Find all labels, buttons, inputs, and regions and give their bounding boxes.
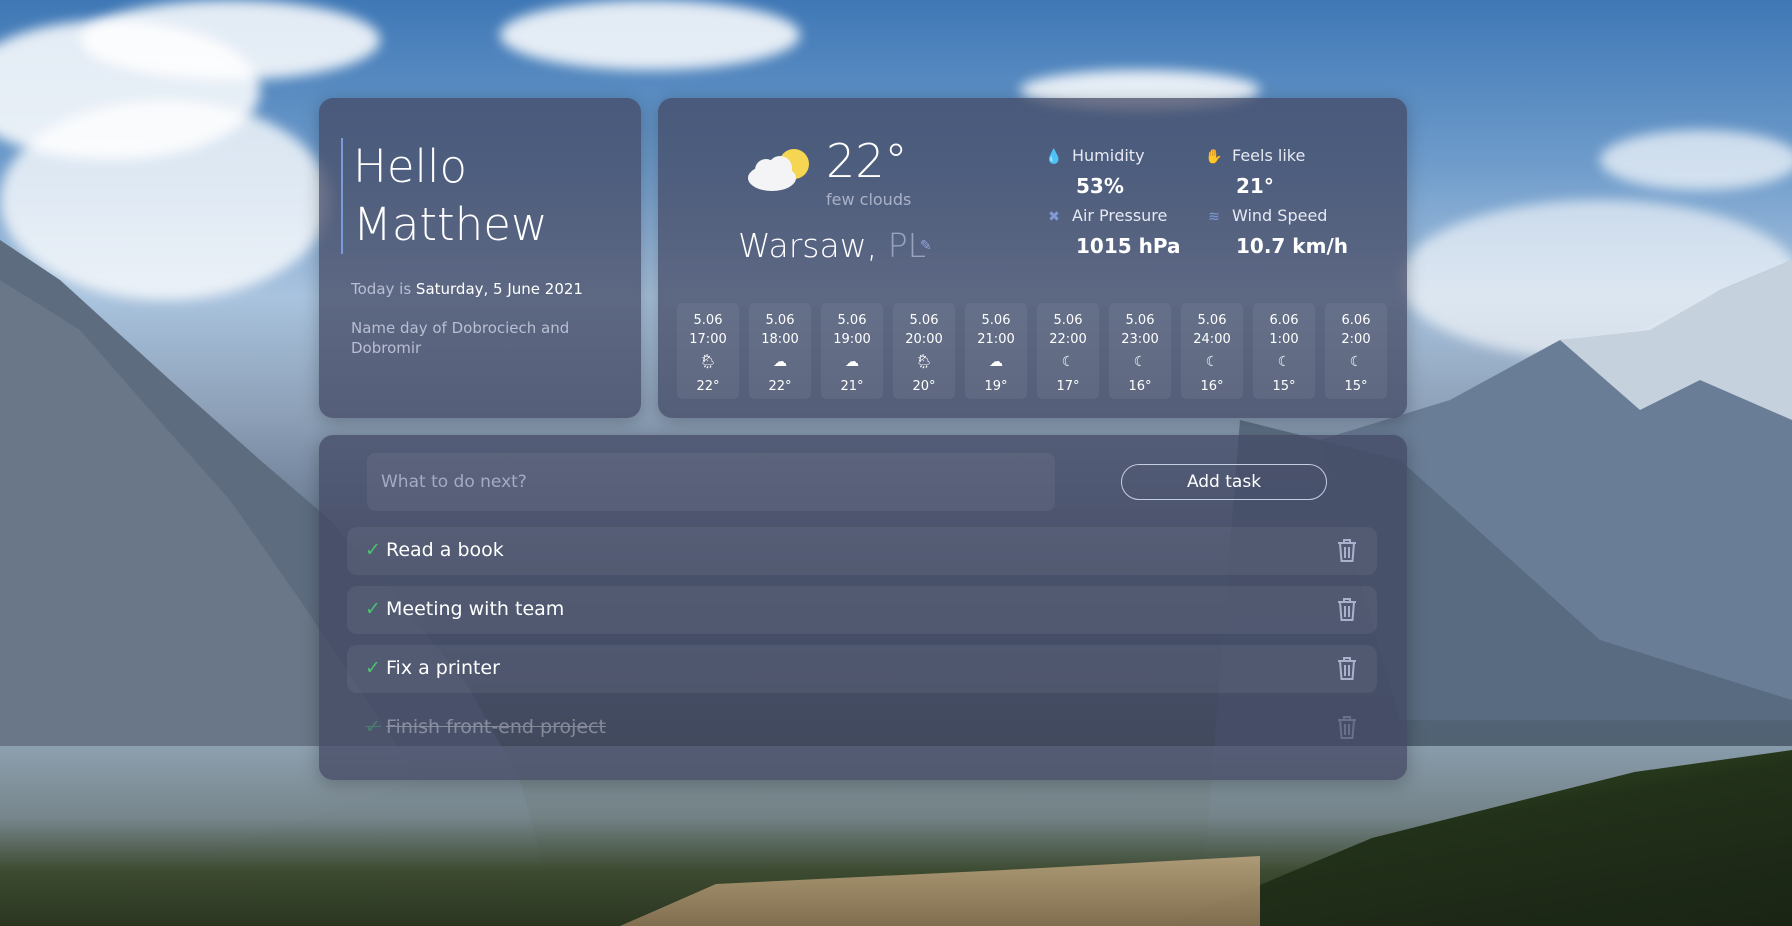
check-icon[interactable]: ✓ [365, 539, 381, 561]
moon-cloud-icon: ☾ [1277, 354, 1291, 370]
forecast-item: 5.06 23:00 ☾ 16° [1109, 303, 1171, 399]
tasks-panel: Add task ✓ Read a book ✓ Meeting with te… [319, 435, 1407, 780]
moon-cloud-icon: ☾ [1205, 354, 1219, 370]
humidity-value: 53% [1076, 174, 1124, 198]
droplet-icon: 💧 [1045, 149, 1063, 165]
task-item[interactable]: ✓ Fix a printer [347, 645, 1377, 693]
user-name: Matthew [353, 198, 548, 251]
nameday-text: Name day of Dobrociech and Dobromir [351, 319, 570, 357]
air-pressure-label: ✖ Air Pressure [1044, 206, 1167, 225]
wind-icon: ≋ [1208, 209, 1220, 225]
today-line: Today is Saturday, 5 June 2021 [351, 280, 583, 298]
city-name: Warsaw, [738, 226, 878, 265]
hello-text: Hello [353, 140, 468, 193]
wind-speed-label: ≋ Wind Speed [1204, 206, 1327, 225]
weather-description: few clouds [826, 190, 912, 209]
greeting-panel: Hello Matthew Today is Saturday, 5 June … [319, 98, 641, 418]
check-icon[interactable]: ✓ [365, 598, 381, 620]
task-item[interactable]: ✓ Meeting with team [347, 586, 1377, 634]
trash-icon[interactable] [1335, 713, 1359, 741]
task-label: Meeting with team [386, 598, 565, 620]
forecast-item: 5.06 19:00 ☁ 21° [821, 303, 883, 399]
air-pressure-value: 1015 hPa [1076, 234, 1181, 258]
rain-sun-icon: 🌦 [699, 354, 717, 370]
forecast-item: 6.06 2:00 ☾ 15° [1325, 303, 1387, 399]
task-label: Finish front-end project [386, 716, 606, 738]
feels-like-label: ✋ Feels like [1205, 146, 1306, 165]
rain-sun-icon: 🌦 [915, 354, 933, 370]
current-temperature: 22° [826, 134, 908, 188]
humidity-label: 💧 Humidity [1045, 146, 1145, 165]
check-icon[interactable]: ✓ [365, 657, 381, 679]
hand-icon: ✋ [1205, 149, 1223, 165]
task-label: Read a book [386, 539, 504, 561]
feels-like-value: 21° [1236, 174, 1274, 198]
greeting-heading: Hello Matthew [341, 138, 548, 254]
task-item[interactable]: ✓ Read a book [347, 527, 1377, 575]
current-date: Saturday, 5 June 2021 [415, 280, 583, 298]
trash-icon[interactable] [1335, 536, 1359, 564]
check-icon[interactable]: ✓ [365, 716, 381, 738]
forecast-item: 5.06 24:00 ☾ 16° [1181, 303, 1243, 399]
trash-icon[interactable] [1335, 595, 1359, 623]
moon-cloud-icon: ☾ [1349, 354, 1363, 370]
cloud-icon: ☁ [773, 354, 787, 370]
weather-panel: 22° few clouds Warsaw, PL ✎ 💧 Humidity 53… [658, 98, 1407, 418]
sun-cloud-icon [748, 149, 809, 191]
task-item-completed[interactable]: ✓ Finish front-end project [347, 704, 1377, 752]
wind-speed-value: 10.7 km/h [1236, 234, 1348, 258]
moon-cloud-icon: ☾ [1133, 354, 1147, 370]
cloud-icon: ☁ [989, 354, 1003, 370]
new-task-input[interactable] [367, 453, 1055, 511]
compress-icon: ✖ [1048, 209, 1060, 225]
add-task-button[interactable]: Add task [1121, 464, 1327, 500]
forecast-item: 5.06 21:00 ☁ 19° [965, 303, 1027, 399]
trash-icon[interactable] [1335, 654, 1359, 682]
task-label: Fix a printer [386, 657, 500, 679]
forecast-item: 5.06 20:00 🌦 20° [893, 303, 955, 399]
forecast-item: 5.06 22:00 ☾ 17° [1037, 303, 1099, 399]
cloud-icon: ☁ [845, 354, 859, 370]
today-prefix: Today is [351, 280, 412, 298]
edit-location-icon[interactable]: ✎ [920, 238, 936, 254]
moon-cloud-icon: ☾ [1061, 354, 1075, 370]
forecast-item: 6.06 1:00 ☾ 15° [1253, 303, 1315, 399]
location: Warsaw, PL [738, 226, 926, 265]
forecast-item: 5.06 18:00 ☁ 22° [749, 303, 811, 399]
hourly-forecast: 5.06 17:00 🌦 22° 5.06 18:00 ☁ 22° 5.06 19:00 … [677, 303, 1387, 399]
forecast-item: 5.06 17:00 🌦 22° [677, 303, 739, 399]
